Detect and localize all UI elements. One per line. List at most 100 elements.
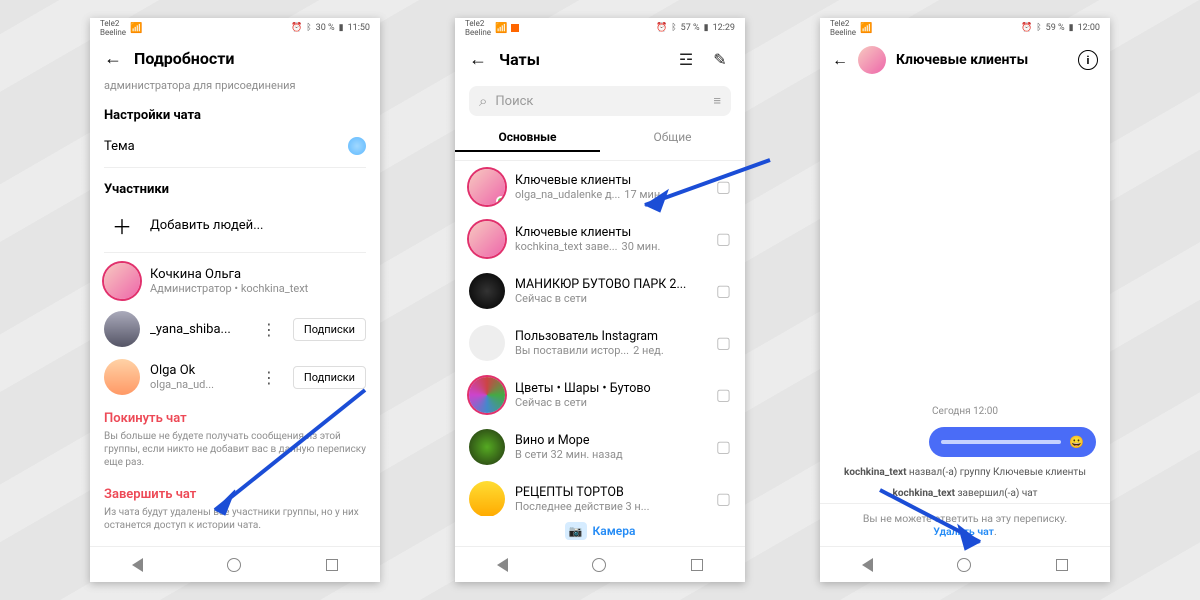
- back-icon[interactable]: ←: [832, 50, 848, 70]
- nav-recent-icon[interactable]: [326, 559, 338, 571]
- more-icon[interactable]: ⋮: [255, 368, 283, 387]
- online-dot-icon: [496, 196, 505, 205]
- page-title: Подробности: [134, 49, 366, 68]
- filter-icon[interactable]: ≡: [713, 93, 721, 109]
- camera-icon[interactable]: ▢: [716, 281, 731, 300]
- delete-chat-button[interactable]: Удалить чат: [933, 525, 994, 538]
- search-icon: [479, 92, 487, 110]
- chat-row[interactable]: Пользователь InstagramВы поставили истор…: [455, 317, 745, 369]
- headset-icon: ⏰: [291, 23, 302, 33]
- member-name: Olga Ok: [150, 363, 245, 378]
- member-sub: Администратор • kochkina_text: [150, 282, 366, 295]
- nav-home-icon[interactable]: [957, 558, 971, 572]
- camera-icon[interactable]: ▢: [716, 489, 731, 508]
- avatar[interactable]: [858, 46, 886, 74]
- system-message: kochkina_text назвал(-а) группу Ключевые…: [834, 467, 1096, 478]
- back-icon[interactable]: ←: [469, 49, 487, 70]
- nav-recent-icon[interactable]: [691, 559, 703, 571]
- member-row[interactable]: Кочкина ОльгаАдминистратор • kochkina_te…: [90, 257, 380, 305]
- alarm-icon: ⏰: [656, 23, 667, 33]
- android-navbar: [455, 546, 745, 582]
- nav-back-icon[interactable]: [497, 558, 508, 572]
- chat-body: Сегодня 12:00 😀 kochkina_text назвал(-а)…: [820, 82, 1110, 503]
- carrier: Tele2: [100, 19, 119, 28]
- avatar: [469, 377, 505, 413]
- camera-icon[interactable]: ▢: [716, 437, 731, 456]
- tab-main[interactable]: Основные: [455, 122, 600, 160]
- plus-icon: ＋: [104, 211, 140, 240]
- vpn-icon: [511, 24, 519, 32]
- avatar: [104, 263, 140, 299]
- android-navbar: [820, 546, 1110, 582]
- chat-row[interactable]: МАНИКЮР БУТОВО ПАРК 2...Сейчас в сети ▢: [455, 265, 745, 317]
- avatar: [469, 325, 505, 361]
- chat-row[interactable]: РЕЦЕПТЫ ТОРТОВПоследнее действие 3 н... …: [455, 473, 745, 517]
- nav-recent-icon[interactable]: [1056, 559, 1068, 571]
- timestamp: Сегодня 12:00: [834, 406, 1096, 417]
- member-name: _yana_shiba...: [150, 322, 245, 337]
- subscribe-button[interactable]: Подписки: [293, 318, 366, 341]
- theme-row[interactable]: Тема: [90, 129, 380, 163]
- divider: [104, 252, 366, 253]
- camera-icon[interactable]: ▢: [716, 229, 731, 248]
- section-settings: Настройки чата: [90, 98, 380, 129]
- end-help: Из чата будут удалены все участники груп…: [90, 504, 380, 540]
- signal-icon: [130, 23, 142, 34]
- bluetooth-icon: [671, 23, 676, 33]
- header: ← Подробности: [90, 38, 380, 79]
- nav-back-icon[interactable]: [862, 558, 873, 572]
- nav-home-icon[interactable]: [592, 558, 606, 572]
- info-icon[interactable]: i: [1078, 50, 1098, 70]
- divider: [104, 167, 366, 168]
- member-row[interactable]: _yana_shiba... ⋮ Подписки: [90, 305, 380, 353]
- tab-general[interactable]: Общие: [600, 122, 745, 160]
- camera-icon[interactable]: ▢: [716, 333, 731, 352]
- clock: 11:50: [348, 23, 370, 33]
- subscribe-button[interactable]: Подписки: [293, 366, 366, 389]
- avatar: [469, 221, 505, 257]
- end-chat-button[interactable]: Завершить чат: [90, 477, 380, 504]
- nav-back-icon[interactable]: [132, 558, 143, 572]
- status-bar: Tele2Beeline ⏰ 30 % ▮ 11:50: [90, 18, 380, 38]
- chat-row[interactable]: Вино и МореВ сети 32 мин. назад ▢: [455, 421, 745, 473]
- chat-row[interactable]: Цветы • Шары • БутовоСейчас в сети ▢: [455, 369, 745, 421]
- tabs: Основные Общие: [455, 122, 745, 161]
- alarm-icon: ⏰: [1021, 23, 1032, 33]
- member-row[interactable]: Olga Okolga_na_ud... ⋮ Подписки: [90, 353, 380, 401]
- add-people-button[interactable]: ＋ Добавить людей...: [90, 203, 380, 248]
- camera-icon: 📷: [565, 522, 587, 540]
- section-members: Участники: [90, 172, 380, 203]
- message-bubble[interactable]: 😀: [929, 427, 1096, 457]
- phone-details: Tele2Beeline ⏰ 30 % ▮ 11:50 ← Подробност…: [90, 18, 380, 582]
- leave-chat-button[interactable]: Покинуть чат: [90, 401, 380, 428]
- list-icon[interactable]: ☲: [675, 48, 697, 70]
- more-icon[interactable]: ⋮: [255, 320, 283, 339]
- footer-note: Вы не можете ответить на эту переписку. …: [820, 503, 1110, 546]
- status-bar: Tele2Beeline ⏰ 57 % ▮ 12:29: [455, 18, 745, 38]
- avatar: [104, 311, 140, 347]
- search-input[interactable]: Поиск ≡: [469, 86, 731, 116]
- carrier: Beeline: [100, 28, 126, 37]
- page-title: Чаты: [499, 50, 663, 69]
- battery: 30 %: [316, 23, 335, 33]
- nav-home-icon[interactable]: [227, 558, 241, 572]
- back-icon[interactable]: ←: [104, 48, 122, 69]
- message-content: [941, 440, 1061, 444]
- compose-icon[interactable]: ✎: [709, 48, 731, 70]
- camera-icon[interactable]: ▢: [716, 177, 731, 196]
- camera-footer-button[interactable]: 📷 Камера: [455, 516, 745, 546]
- avatar: [469, 169, 505, 205]
- camera-icon[interactable]: ▢: [716, 385, 731, 404]
- signal-icon: [495, 23, 507, 34]
- bluetooth-icon: [1036, 23, 1041, 33]
- theme-icon: [348, 137, 366, 155]
- chat-row[interactable]: Ключевые клиентыkochkina_text заве...30 …: [455, 213, 745, 265]
- search-placeholder: Поиск: [495, 94, 533, 109]
- status-bar: Tele2Beeline ⏰ 59 % ▮ 12:00: [820, 18, 1110, 38]
- chat-row[interactable]: Ключевые клиентыolga_na_udalenke д...17 …: [455, 161, 745, 213]
- avatar: [104, 359, 140, 395]
- phone-chat-thread: Tele2Beeline ⏰ 59 % ▮ 12:00 ← Ключевые к…: [820, 18, 1110, 582]
- system-message: kochkina_text завершил(-а) чат: [834, 488, 1096, 499]
- android-navbar: [90, 546, 380, 582]
- emoji-icon: 😀: [1069, 435, 1084, 449]
